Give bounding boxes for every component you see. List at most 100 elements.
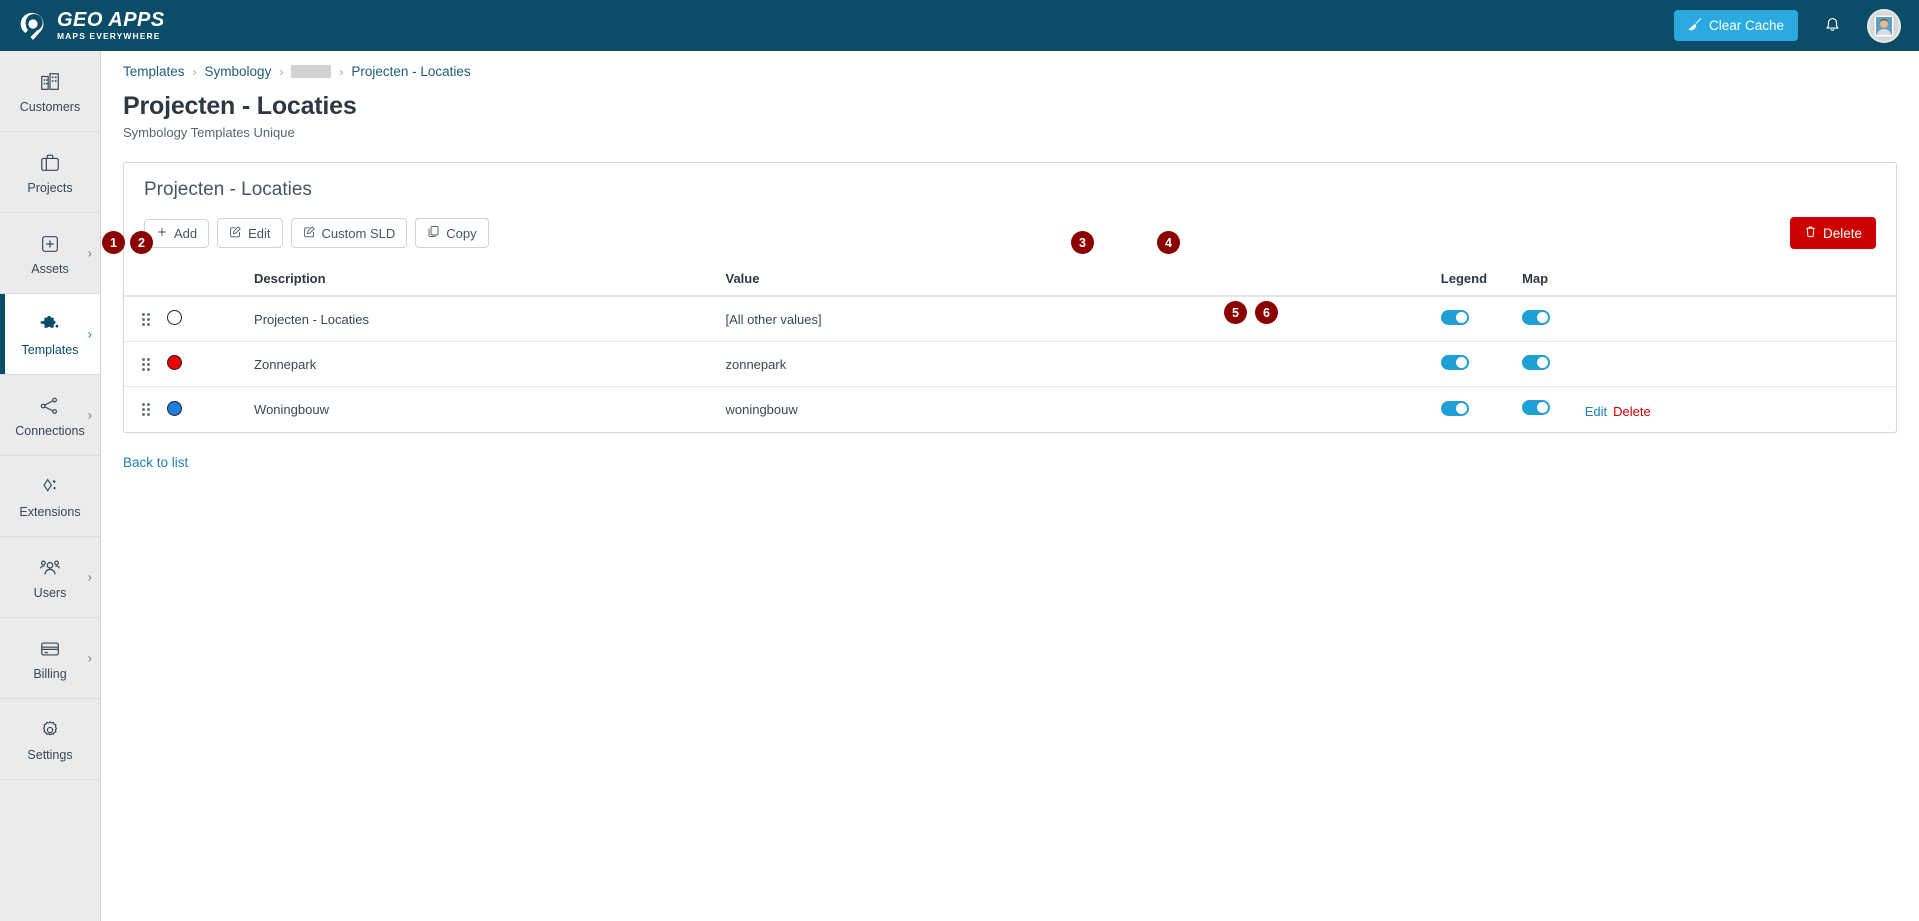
table-body: Projecten - Locaties [All other values] — [124, 296, 1896, 432]
row-map-toggle-cell — [1522, 341, 1896, 387]
sidebar-item-extensions[interactable]: Extensions — [0, 456, 100, 537]
row-drag-handle[interactable] — [124, 341, 168, 387]
breadcrumb: Templates › Symbology › › Projecten - Lo… — [101, 51, 1919, 79]
table-row: Projecten - Locaties [All other values] — [124, 296, 1896, 342]
page-header: Projecten - Locaties Symbology Templates… — [101, 79, 1919, 140]
chevron-right-icon: › — [87, 407, 92, 423]
map-toggle[interactable] — [1522, 310, 1551, 325]
plus-box-icon — [39, 231, 61, 257]
back-to-list-link[interactable]: Back to list — [123, 455, 1919, 470]
puzzle-icon — [38, 312, 62, 338]
legend-toggle[interactable] — [1440, 355, 1469, 370]
sidebar-item-settings[interactable]: Settings — [0, 699, 100, 780]
custom-sld-button-label: Custom SLD — [321, 225, 396, 241]
column-header-legend: Legend — [1440, 263, 1523, 297]
plus-icon — [156, 226, 168, 241]
table-row: Zonnepark zonnepark — [124, 341, 1896, 387]
column-header-grip — [124, 263, 168, 297]
table-row: Woningbouw woningbouw Edit Delete — [124, 387, 1896, 433]
chevron-right-icon: › — [87, 245, 92, 261]
edit-button[interactable]: Edit — [217, 218, 283, 248]
map-toggle[interactable] — [1522, 400, 1551, 415]
sidebar-item-label: Users — [33, 585, 67, 600]
bell-icon[interactable] — [1824, 17, 1841, 34]
trash-icon — [1804, 225, 1817, 241]
row-symbol — [167, 341, 255, 387]
copy-icon — [427, 225, 440, 241]
breadcrumb-item-redacted[interactable] — [291, 65, 332, 78]
row-value: zonnepark — [725, 341, 1441, 387]
pencil-square-icon — [229, 225, 242, 241]
breadcrumb-separator: › — [339, 64, 344, 79]
drag-handle-icon[interactable] — [142, 357, 150, 371]
sidebar-item-billing[interactable]: Billing › — [0, 618, 100, 699]
add-button[interactable]: Add — [144, 218, 210, 248]
sidebar-item-projects[interactable]: Projects — [0, 132, 100, 213]
pencil-square-icon — [303, 225, 316, 241]
row-legend-toggle-cell — [1440, 296, 1523, 342]
row-drag-handle[interactable] — [124, 296, 168, 342]
clear-cache-button[interactable]: Clear Cache — [1673, 10, 1798, 41]
legend-toggle[interactable] — [1440, 400, 1469, 416]
legend-toggle[interactable] — [1440, 310, 1469, 325]
breadcrumb-item-symbology[interactable]: Symbology — [205, 64, 272, 79]
breadcrumb-item-current: Projecten - Locaties — [351, 64, 471, 79]
column-header-value: Value — [725, 263, 1441, 297]
row-map-toggle-cell — [1522, 296, 1896, 342]
main-content: Templates › Symbology › › Projecten - Lo… — [101, 51, 1919, 921]
user-avatar[interactable] — [1867, 8, 1901, 43]
row-legend-toggle-cell — [1440, 341, 1523, 387]
row-symbol — [167, 296, 255, 342]
buildings-icon — [39, 69, 61, 95]
map-toggle[interactable] — [1522, 355, 1551, 370]
breadcrumb-separator: › — [279, 64, 284, 79]
symbology-table: Description Value Legend Map Projecten -… — [124, 263, 1896, 432]
sidebar-item-users[interactable]: Users › — [0, 537, 100, 618]
sidebar-item-connections[interactable]: Connections › — [0, 375, 100, 456]
clear-cache-label: Clear Cache — [1708, 18, 1784, 33]
symbology-panel: Projecten - Locaties Add Edit Custom SLD… — [123, 162, 1897, 434]
row-delete-link[interactable]: Delete — [1613, 404, 1651, 419]
sidebar-item-label: Assets — [31, 261, 69, 276]
sidebar-item-label: Settings — [27, 747, 73, 762]
chevron-right-icon: › — [87, 569, 92, 585]
drag-handle-icon[interactable] — [142, 312, 150, 326]
edit-button-label: Edit — [248, 225, 271, 241]
row-description: Zonnepark — [254, 341, 726, 387]
sidebar-item-assets[interactable]: Assets › — [0, 213, 100, 294]
chevron-right-icon: › — [87, 326, 92, 342]
sidebar-item-label: Customers — [19, 99, 81, 114]
row-drag-handle[interactable] — [124, 387, 167, 433]
app-logo[interactable]: GEO APPS MAPS EVERYWHERE — [0, 10, 165, 41]
sparkle-icon — [39, 474, 61, 500]
page-subtitle: Symbology Templates Unique — [123, 125, 295, 140]
row-value: woningbouw — [725, 402, 798, 418]
drag-handle-icon[interactable] — [142, 403, 150, 417]
row-description: Woningbouw — [254, 402, 329, 418]
table-header: Description Value Legend Map — [124, 263, 1896, 297]
delete-button[interactable]: Delete — [1789, 217, 1876, 249]
delete-button-label: Delete — [1822, 225, 1862, 241]
row-value: [All other values] — [725, 296, 1441, 342]
broom-icon — [1688, 17, 1702, 34]
sidebar-item-label: Billing — [33, 666, 67, 681]
briefcase-icon — [39, 150, 61, 176]
row-description: Projecten - Locaties — [254, 296, 726, 342]
sidebar-item-label: Connections — [15, 423, 85, 438]
page-title: Projecten - Locaties — [123, 92, 357, 120]
breadcrumb-item-templates[interactable]: Templates — [123, 64, 185, 79]
sidebar-item-templates[interactable]: Templates › — [0, 294, 100, 375]
sidebar-item-customers[interactable]: Customers — [0, 51, 100, 132]
sidebar: Customers Projects Assets › Templates › … — [0, 51, 101, 921]
custom-sld-button[interactable]: Custom SLD — [290, 218, 408, 248]
row-edit-link[interactable]: Edit — [1585, 404, 1607, 419]
copy-button[interactable]: Copy — [415, 218, 489, 248]
symbol-circle-icon — [167, 400, 183, 416]
sidebar-item-label: Extensions — [19, 504, 81, 519]
breadcrumb-separator: › — [192, 64, 197, 79]
logo-title: GEO APPS — [57, 9, 165, 32]
credit-card-icon — [39, 636, 61, 662]
column-header-description: Description — [254, 263, 726, 297]
chevron-right-icon: › — [87, 650, 92, 666]
logo-subtitle: MAPS EVERYWHERE — [57, 31, 161, 42]
